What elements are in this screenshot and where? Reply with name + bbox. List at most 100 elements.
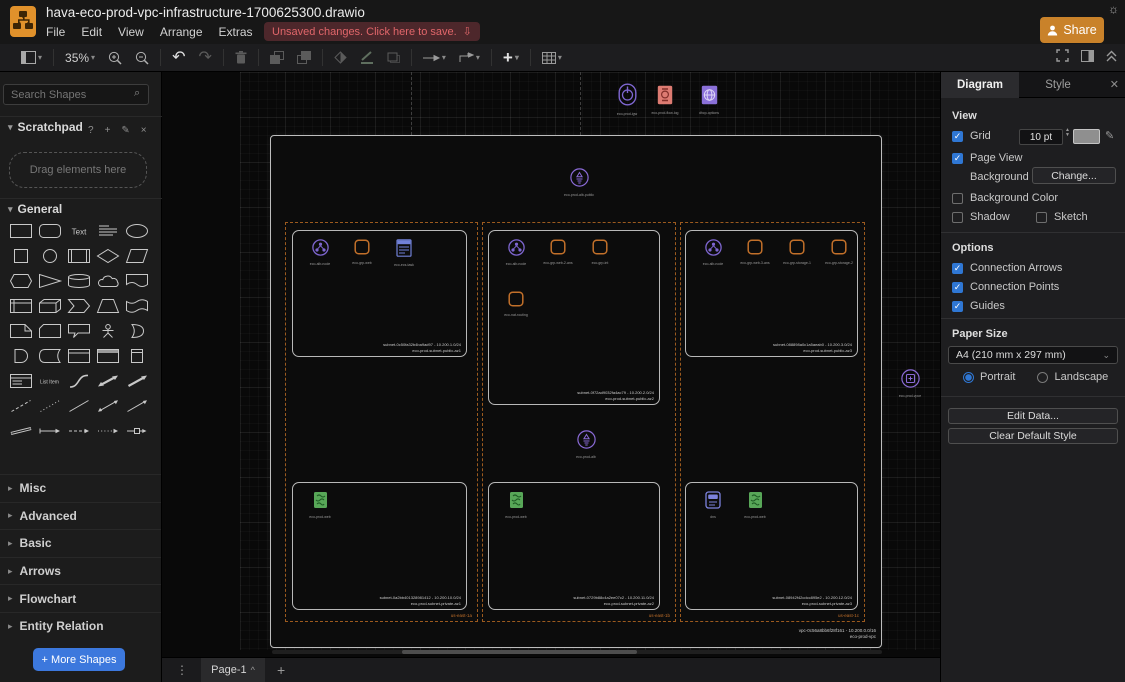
sketch-checkbox[interactable] xyxy=(1036,212,1047,223)
edit-data-button[interactable]: Edit Data... xyxy=(948,408,1118,424)
menu-item-view[interactable]: View xyxy=(118,25,144,39)
close-panel-icon[interactable]: ✕ xyxy=(1110,78,1119,91)
palette-shape-rectangle[interactable] xyxy=(11,225,32,238)
palette-shape-rounded-rectangle[interactable] xyxy=(40,225,61,238)
more-shapes-button[interactable]: + More Shapes xyxy=(33,648,125,671)
subnet-eco-prod-subnet-private-az2[interactable]: eco-prod-websubnet-0729b88c4a2ee07c2 - 1… xyxy=(488,482,660,610)
palette-shape-callout[interactable] xyxy=(69,325,90,338)
palette-shape-card[interactable] xyxy=(40,325,61,338)
palette-shape-parallelogram[interactable] xyxy=(127,250,148,263)
palette-shape-arrow[interactable] xyxy=(129,376,148,387)
line-color-button[interactable] xyxy=(360,51,374,64)
palette-shape-link[interactable] xyxy=(11,429,31,434)
sidebar-section-advanced[interactable]: ▸Advanced xyxy=(0,502,161,530)
subnet-eco-prod-subnet-public-az3[interactable]: eco-alb-nodeeco-grp-web-3-anseco-grp-sto… xyxy=(685,230,858,357)
sidebar-section-flowchart[interactable]: ▸Flowchart xyxy=(0,584,161,612)
subnet-eco-prod-subnet-private-az1[interactable]: eco-prod-websubnet-0a2bb401328981412 - 1… xyxy=(292,482,467,610)
palette-shape-square[interactable] xyxy=(15,250,28,263)
menu-item-file[interactable]: File xyxy=(46,25,65,39)
paper-size-select[interactable]: A4 (210 mm x 297 mm) ⌄ xyxy=(948,346,1118,364)
delete-button[interactable] xyxy=(235,51,247,64)
shadow-row[interactable]: Shadow xyxy=(952,211,1010,223)
share-button[interactable]: Share xyxy=(1040,17,1104,43)
palette-shape-list-item[interactable]: List Item xyxy=(40,380,59,386)
add-page-button[interactable]: + xyxy=(277,662,285,678)
tab-style[interactable]: Style xyxy=(1019,72,1097,98)
connection-points-row[interactable]: ✓Connection Points xyxy=(952,281,1059,293)
palette-shape-actor[interactable] xyxy=(103,325,114,338)
palette-shape-bidirectional-connector[interactable] xyxy=(98,400,118,412)
sketch-row[interactable]: Sketch xyxy=(1036,211,1088,223)
grid-checkbox-row[interactable]: ✓ Grid xyxy=(952,130,991,142)
table-button[interactable]: ▾ xyxy=(542,52,562,64)
palette-shape-cylinder[interactable] xyxy=(69,275,90,288)
sg-icon[interactable]: eco-nat-routing xyxy=(497,291,535,317)
palette-shape-bidirectional-arrow[interactable] xyxy=(98,376,118,387)
palette-shape-text[interactable]: Text xyxy=(72,228,87,237)
palette-shape-hexagon[interactable] xyxy=(11,275,32,288)
tab-diagram[interactable]: Diagram xyxy=(941,72,1019,98)
grid-size-stepper[interactable]: ▲▼ xyxy=(1065,128,1070,137)
sg-icon[interactable]: eco-grp-storage-2 xyxy=(820,239,858,265)
general-section-header[interactable]: ▾ General xyxy=(8,202,62,216)
waypoint-style-button[interactable]: ▾ xyxy=(459,52,480,63)
zoom-in-button[interactable] xyxy=(108,51,122,65)
menu-item-extras[interactable]: Extras xyxy=(219,25,253,39)
background-color-row[interactable]: Background Color xyxy=(952,192,1058,204)
palette-shape-trapezoid[interactable] xyxy=(98,300,119,313)
palette-shape-textbox[interactable] xyxy=(99,226,117,235)
change-background-button[interactable]: Change... xyxy=(1032,167,1116,184)
palette-shape-diamond[interactable] xyxy=(98,250,119,263)
grid-size-input[interactable] xyxy=(1019,129,1063,145)
help-icon[interactable]: ? xyxy=(88,125,94,136)
palette-shape-tape[interactable] xyxy=(127,300,148,313)
sg-icon[interactable]: eco-grp-web-3-ans xyxy=(736,239,774,265)
palette-shape-curve[interactable] xyxy=(70,375,88,387)
palette-shape-vertical-container[interactable] xyxy=(132,350,143,363)
format-panel-toggle[interactable] xyxy=(1081,49,1094,67)
palette-shape-note[interactable] xyxy=(11,325,32,338)
palette-shape-dashed-arrow-link[interactable] xyxy=(69,429,89,433)
to-back-button[interactable] xyxy=(297,51,311,64)
background-color-checkbox[interactable] xyxy=(952,193,963,204)
search-shapes-input[interactable] xyxy=(3,84,149,105)
sg-icon[interactable]: eco-grp-web xyxy=(343,239,381,265)
palette-shape-or[interactable] xyxy=(132,325,144,338)
palette-shape-list[interactable] xyxy=(11,375,32,388)
collapse-toolbar-button[interactable] xyxy=(1106,49,1117,67)
palette-shape-and[interactable] xyxy=(15,350,28,363)
connection-arrows-checkbox[interactable]: ✓ xyxy=(952,263,963,274)
redo-button[interactable]: ↷ xyxy=(198,50,211,66)
palette-shape-container[interactable] xyxy=(69,350,90,363)
palette-shape-directional-connector[interactable] xyxy=(128,400,148,411)
edit-scratchpad-icon[interactable]: ✎ xyxy=(121,125,129,136)
landscape-radio[interactable]: Landscape xyxy=(1037,371,1108,383)
palette-shape-step[interactable] xyxy=(69,300,90,313)
add-to-scratchpad-icon[interactable]: + xyxy=(105,125,111,136)
palette-shape-triangle[interactable] xyxy=(40,275,61,288)
sidebar-section-entity-relation[interactable]: ▸Entity Relation xyxy=(0,612,161,640)
clear-default-style-button[interactable]: Clear Default Style xyxy=(948,428,1118,444)
connection-points-checkbox[interactable]: ✓ xyxy=(952,282,963,293)
node-icon[interactable]: eco-alb-node xyxy=(497,239,535,266)
insert-button[interactable]: +▾ xyxy=(503,49,519,66)
guides-row[interactable]: ✓Guides xyxy=(952,300,1005,312)
menu-item-arrange[interactable]: Arrange xyxy=(160,25,203,39)
to-front-button[interactable] xyxy=(270,51,284,64)
green-icon[interactable]: eco-prod-web xyxy=(497,491,535,519)
portrait-radio[interactable]: Portrait xyxy=(963,371,1015,383)
palette-shape-dotted-arrow-link[interactable] xyxy=(98,429,118,433)
page-view-row[interactable]: ✓ Page View xyxy=(952,152,1022,164)
pages-menu-icon[interactable]: ⋮ xyxy=(176,663,189,677)
vpc-endpoint-icon[interactable]: eco-prod-vpce xyxy=(891,369,929,398)
undo-button[interactable]: ↶ xyxy=(172,50,185,66)
palette-shape-data-storage[interactable] xyxy=(40,350,61,363)
grid-color-swatch[interactable] xyxy=(1073,129,1100,144)
subnet-eco-prod-subnet-public-az2[interactable]: eco-alb-nodeeco-grp-web-2-anseco-grp-int… xyxy=(488,230,660,405)
igw-icon[interactable]: eco-prod-igw xyxy=(608,83,646,116)
sidebar-section-arrows[interactable]: ▸Arrows xyxy=(0,557,161,585)
page-view-checkbox[interactable]: ✓ xyxy=(952,153,963,164)
guides-checkbox[interactable]: ✓ xyxy=(952,301,963,312)
shadow-button[interactable] xyxy=(387,52,400,64)
palette-shape-cloud[interactable] xyxy=(98,276,118,286)
